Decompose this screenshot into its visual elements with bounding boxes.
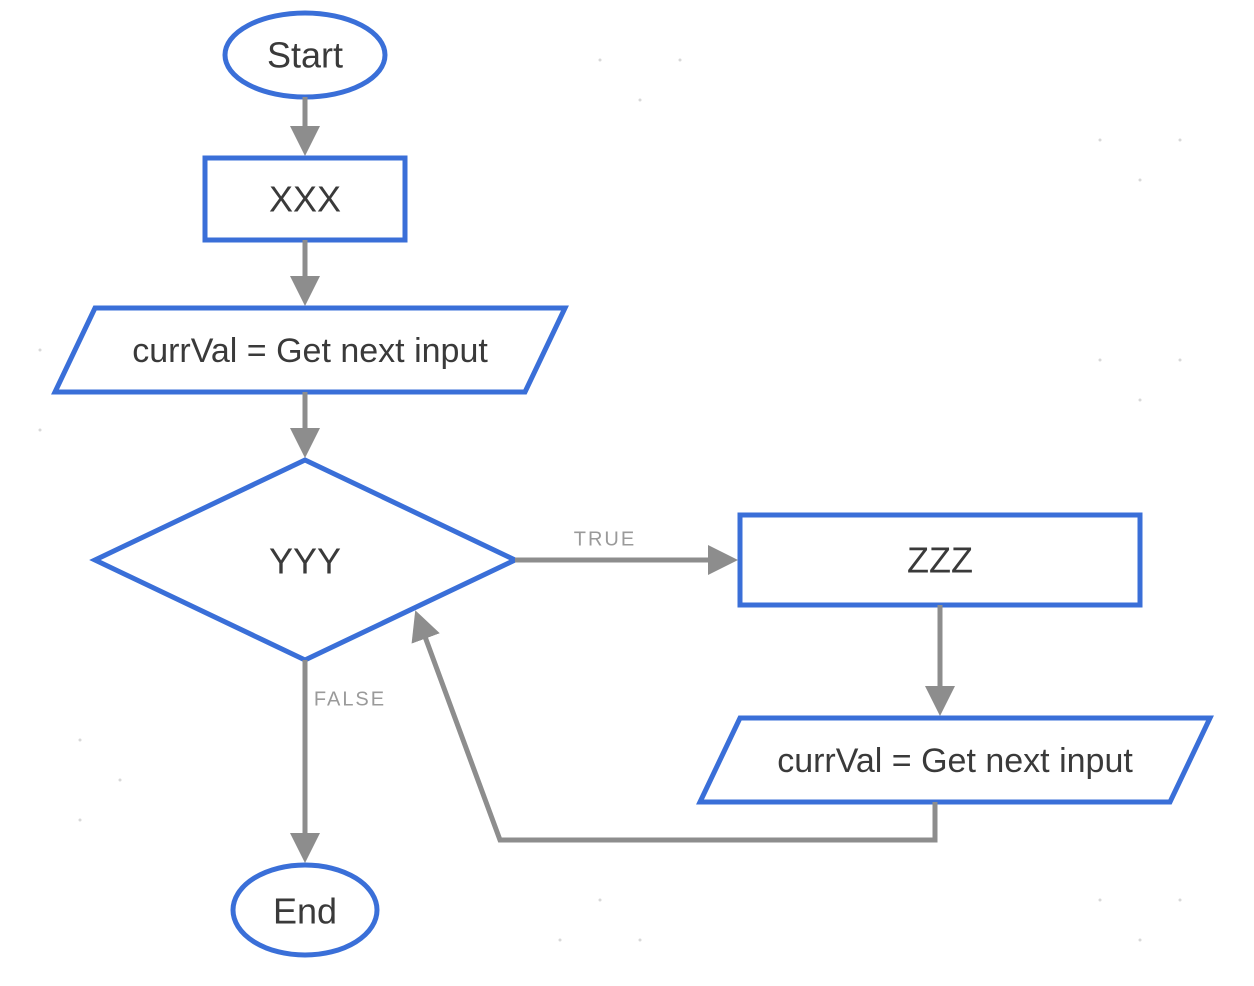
start-label: Start — [267, 35, 343, 76]
process-zzz-label: ZZZ — [907, 540, 973, 581]
io-node-1: currVal = Get next input — [55, 308, 565, 392]
end-node: End — [233, 865, 377, 955]
start-node: Start — [225, 13, 385, 97]
io2-label: currVal = Get next input — [777, 742, 1133, 780]
decision-label: YYY — [269, 541, 341, 582]
end-label: End — [273, 891, 337, 932]
decision-node: YYY — [95, 460, 515, 660]
false-label: FALSE — [314, 688, 386, 710]
process-xxx-node: XXX — [205, 158, 405, 240]
io-node-2: currVal = Get next input — [700, 718, 1210, 802]
io1-label: currVal = Get next input — [132, 332, 488, 370]
process-zzz-node: ZZZ — [740, 515, 1140, 605]
flowchart-canvas: Start XXX currVal = Get next input YYY Z… — [0, 0, 1254, 986]
true-label: TRUE — [574, 528, 636, 550]
process-xxx-label: XXX — [269, 179, 341, 220]
